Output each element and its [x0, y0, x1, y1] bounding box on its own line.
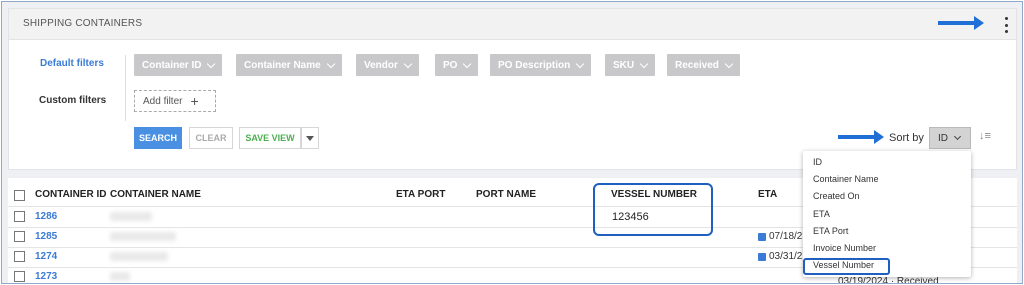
annotation-arrow [938, 16, 984, 30]
filter-po-description[interactable]: PO Description [490, 54, 592, 76]
save-view-button[interactable]: SAVE VIEW [239, 127, 301, 149]
sort-by-select[interactable]: ID [929, 127, 971, 149]
sort-option-eta-port[interactable]: ETA Port [813, 226, 848, 236]
sort-direction-icon[interactable]: ↓≡ [979, 130, 991, 142]
filter-container-name[interactable]: Container Name [236, 54, 342, 76]
plus-icon: + [190, 93, 199, 109]
clear-button[interactable]: CLEAR [189, 127, 233, 149]
sort-option-container-name[interactable]: Container Name [813, 174, 879, 184]
chevron-down-icon [724, 59, 734, 68]
panel-header: SHIPPING CONTAINERS [9, 9, 1016, 40]
chevron-down-icon [326, 59, 335, 68]
app-frame: SHIPPING CONTAINERS Default filters Cust… [1, 1, 1023, 284]
row-checkbox[interactable] [14, 251, 25, 262]
container-id-link[interactable]: 1285 [35, 231, 57, 242]
row-checkbox[interactable] [14, 211, 25, 222]
col-container-name[interactable]: CONTAINER NAME [110, 189, 201, 200]
eta-value: 03/31/2 [769, 251, 803, 262]
custom-filters-label: Custom filters [39, 95, 107, 106]
calendar-icon [758, 253, 766, 261]
add-filter-label: Add filter [143, 95, 183, 107]
vessel-number-option-highlight [803, 258, 890, 275]
sort-option-eta[interactable]: ETA [813, 209, 830, 219]
col-container-id[interactable]: CONTAINER ID [35, 189, 106, 200]
chevron-down-icon [463, 59, 472, 68]
default-filters-label: Default filters [40, 58, 104, 69]
calendar-icon [758, 233, 766, 241]
eta-value: 03/19/2024 · Received [838, 276, 939, 284]
sort-option-created-on[interactable]: Created On [813, 191, 860, 201]
chevron-down-icon [639, 59, 649, 68]
sort-by-value: ID [938, 132, 948, 144]
sort-by-label: Sort by [889, 132, 924, 144]
filter-sku[interactable]: SKU [605, 54, 656, 76]
eta-value: 07/18/2 [769, 231, 803, 242]
chevron-down-icon [953, 132, 962, 141]
filter-received[interactable]: Received [667, 54, 740, 76]
add-filter-button[interactable]: Add filter + [134, 90, 216, 112]
chevron-down-icon [403, 59, 413, 68]
chevron-down-icon [576, 59, 585, 68]
chevron-down-icon [207, 59, 216, 68]
container-name-redacted [110, 272, 130, 281]
container-name-redacted [110, 252, 168, 261]
col-port-name[interactable]: PORT NAME [476, 189, 536, 200]
row-checkbox[interactable] [14, 271, 25, 282]
col-eta-port[interactable]: ETA PORT [396, 189, 445, 200]
col-eta[interactable]: ETA [758, 189, 777, 200]
search-button[interactable]: SEARCH [134, 127, 182, 149]
filter-container-id[interactable]: Container ID [134, 54, 223, 76]
container-id-link[interactable]: 1274 [35, 251, 57, 262]
container-id-link[interactable]: 1286 [35, 211, 57, 222]
vessel-number-value: 123456 [612, 211, 649, 223]
select-all-checkbox[interactable] [14, 190, 25, 201]
sort-option-invoice-number[interactable]: Invoice Number [813, 243, 876, 253]
panel-title: SHIPPING CONTAINERS [23, 18, 143, 29]
container-id-link[interactable]: 1273 [35, 271, 57, 282]
sort-option-id[interactable]: ID [813, 157, 822, 167]
row-checkbox[interactable] [14, 231, 25, 242]
container-name-redacted [110, 232, 176, 241]
more-options-icon[interactable] [1003, 17, 1009, 33]
caret-down-icon [306, 135, 314, 141]
filters-divider [125, 55, 126, 121]
filter-vendor[interactable]: Vendor [356, 54, 419, 76]
container-name-redacted [110, 212, 152, 221]
save-view-menu-button[interactable] [301, 127, 319, 149]
vessel-number-highlight [593, 183, 713, 236]
annotation-arrow [838, 130, 884, 144]
filters-panel: SHIPPING CONTAINERS Default filters Cust… [8, 8, 1017, 170]
filter-po[interactable]: PO [435, 54, 479, 76]
